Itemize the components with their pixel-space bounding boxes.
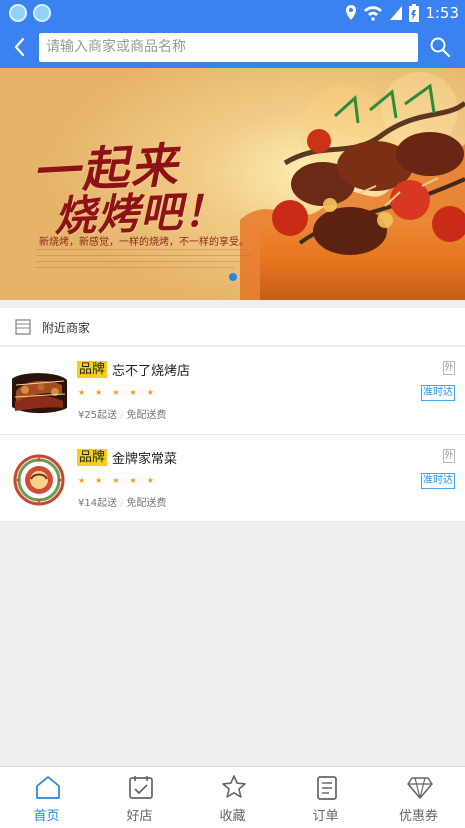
delivery-tag: 外: [443, 361, 455, 375]
diamond-icon: [407, 777, 433, 799]
min-order: ¥14起送: [78, 498, 118, 509]
back-icon[interactable]: [8, 34, 32, 60]
nav-coupons[interactable]: 优惠券: [372, 767, 465, 828]
search-icon[interactable]: [428, 35, 452, 59]
merchant-meta: ¥14起送 / 免配送费: [78, 494, 166, 509]
on-time-tag: 准时达: [421, 385, 455, 401]
banner-subtitle: 新烧烤，新感觉，一样的烧烤，不一样的享受。: [39, 237, 249, 248]
section-title: 附近商家: [42, 321, 91, 335]
nav-coupons-label: 优惠券: [398, 809, 438, 824]
store-icon: [15, 319, 31, 335]
delivery-fee: 免配送费: [126, 498, 167, 509]
top-app-bar: 请输入商家或商品名称: [0, 26, 465, 68]
brand-badge: 品牌: [77, 361, 108, 378]
bottom-navigation: 首页 好店 收藏 订单 优惠券: [0, 766, 465, 828]
nav-orders[interactable]: 订单: [279, 767, 372, 828]
restaurant-logo-image: [10, 451, 68, 509]
nav-orders-label: 订单: [312, 809, 339, 824]
star-icon: ★: [78, 476, 86, 485]
home-icon: [36, 776, 60, 799]
star-icon: ★: [146, 476, 154, 485]
nav-home-label: 首页: [33, 809, 60, 824]
status-icons: 1:53: [345, 3, 459, 23]
app-icon: [33, 4, 51, 22]
star-icon: ★: [129, 388, 137, 397]
delivery-tag: 外: [443, 449, 455, 463]
star-icon: ★: [146, 388, 154, 397]
meta-divider: /: [120, 410, 124, 421]
promo-banner[interactable]: 一起来 烧烤吧！ 新烧烤，新感觉，一样的烧烤，不一样的享受。: [0, 68, 465, 300]
signal-icon: [390, 6, 403, 20]
nav-home[interactable]: 首页: [0, 767, 93, 828]
battery-icon: [409, 4, 420, 22]
bbq-food-image: [10, 363, 68, 421]
min-order: ¥25起送: [78, 410, 118, 421]
brand-badge: 品牌: [77, 449, 108, 466]
nav-good-stores-label: 好店: [126, 809, 153, 824]
star-icon: ★: [112, 476, 120, 485]
delivery-fee: 免配送费: [126, 410, 167, 421]
wifi-icon: [364, 6, 383, 21]
star-icon: ★: [129, 476, 137, 485]
merchant-name: 忘不了烧烤店: [112, 364, 191, 379]
status-time: 1:53: [425, 4, 459, 22]
search-placeholder: 请输入商家或商品名称: [46, 39, 186, 55]
nav-favorites-label: 收藏: [219, 809, 246, 824]
star-icon: [222, 775, 246, 798]
star-icon: ★: [95, 476, 103, 485]
rating-stars: ★ ★ ★ ★ ★: [78, 388, 154, 397]
location-icon: [346, 5, 357, 20]
calendar-check-icon: [129, 776, 153, 799]
status-bar: 1:53: [0, 0, 465, 26]
carousel-indicator-dot[interactable]: [229, 273, 237, 281]
star-icon: ★: [112, 388, 120, 397]
on-time-tag: 准时达: [421, 473, 455, 489]
nearby-merchants-header: 附近商家: [0, 308, 465, 346]
nav-favorites[interactable]: 收藏: [186, 767, 279, 828]
meta-divider: /: [120, 498, 124, 509]
app-icon: [9, 4, 27, 22]
merchant-title-row: 品牌 忘不了烧烤店: [77, 360, 190, 379]
search-input[interactable]: 请输入商家或商品名称: [39, 33, 418, 62]
nav-good-stores[interactable]: 好店: [93, 767, 186, 828]
star-icon: ★: [78, 388, 86, 397]
merchant-card[interactable]: 品牌 忘不了烧烤店 ★ ★ ★ ★ ★ ¥25起送 / 免配送费 外 准时达: [0, 347, 465, 435]
order-list-icon: [317, 776, 337, 800]
merchant-title-row: 品牌 金牌家常菜: [77, 448, 177, 467]
merchant-list: 品牌 忘不了烧烤店 ★ ★ ★ ★ ★ ¥25起送 / 免配送费 外 准时达 品牌 …: [0, 347, 465, 522]
merchant-card[interactable]: 品牌 金牌家常菜 ★ ★ ★ ★ ★ ¥14起送 / 免配送费 外 准时达: [0, 435, 465, 522]
empty-content-area: [0, 522, 465, 766]
merchant-name: 金牌家常菜: [112, 452, 178, 467]
rating-stars: ★ ★ ★ ★ ★: [78, 476, 154, 485]
merchant-meta: ¥25起送 / 免配送费: [78, 406, 166, 421]
star-icon: ★: [95, 388, 103, 397]
